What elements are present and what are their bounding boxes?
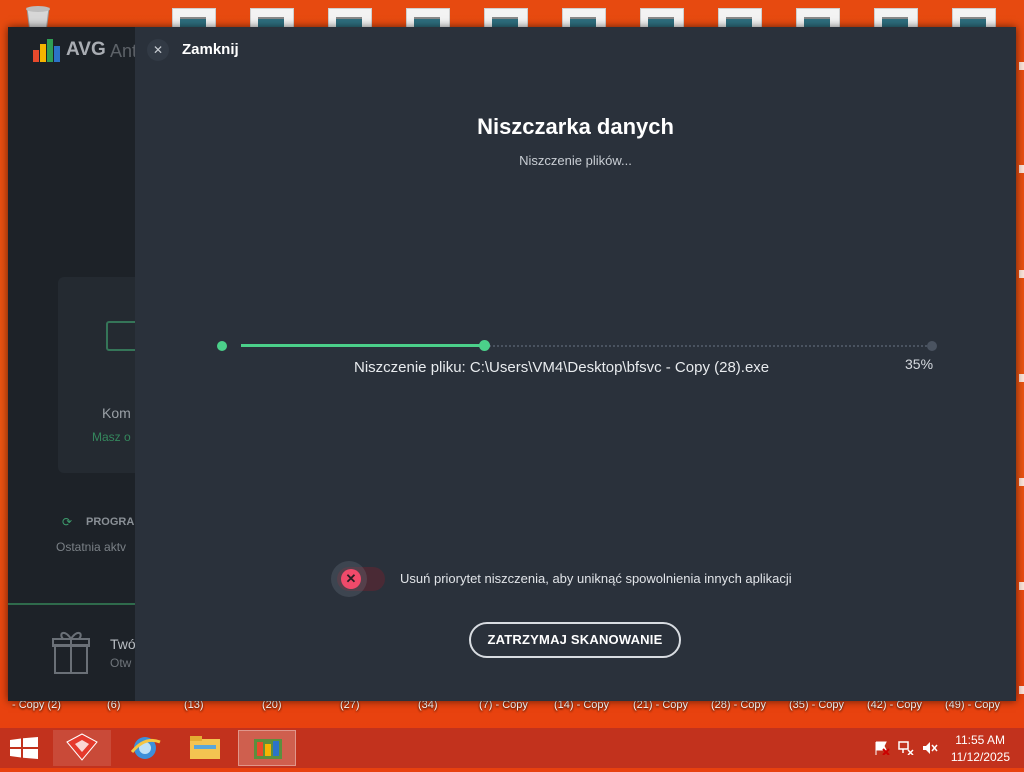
avg-brand: AVG — [66, 39, 106, 60]
taskbar-app-avg-browser[interactable] — [53, 730, 111, 766]
data-shredder-dialog: ✕ Zamknij Niszczarka danych Niszczenie p… — [135, 27, 1016, 701]
desktop-edge-icon — [1019, 686, 1024, 694]
sync-icon: ⟳ — [62, 515, 73, 529]
avg-secure-browser-icon — [66, 733, 98, 761]
stop-scan-button[interactable]: ZATRZYMAJ SKANOWANIE — [469, 622, 681, 658]
avg-product-name: Ant — [110, 41, 135, 61]
computer-status-title: Kom — [102, 405, 131, 421]
taskbar-app-explorer[interactable] — [176, 730, 234, 766]
avg-antivirus-window: AVG Ant Kom Masz o ⟳ PROGRA Ostatnia akt… — [8, 27, 1016, 701]
priority-toggle-label: Usuń priorytet niszczenia, aby uniknąć s… — [400, 571, 792, 586]
clock-date[interactable]: 11/12/2025 — [951, 750, 1010, 764]
progress-start-dot — [217, 341, 227, 351]
close-button[interactable]: Zamknij — [182, 41, 239, 58]
progress-indicator — [479, 340, 490, 351]
network-icon[interactable] — [898, 741, 914, 755]
avg-logo-icon — [33, 39, 60, 62]
avg-antivirus-icon — [254, 739, 282, 759]
toggle-off-icon: ✕ — [341, 569, 361, 589]
progress-percent: 35% — [905, 356, 934, 372]
file-explorer-icon — [190, 736, 220, 759]
taskbar-app-avg[interactable] — [238, 730, 296, 766]
desktop-edge-icon — [1019, 270, 1024, 278]
desktop-edge-icon — [1019, 62, 1024, 70]
program-section-label: PROGRA — [86, 516, 135, 528]
gift-icon — [52, 632, 90, 674]
desktop-edge-icon — [1019, 582, 1024, 590]
volume-muted-icon[interactable] — [922, 741, 938, 755]
desktop-edge-icon — [1019, 374, 1024, 382]
close-icon[interactable]: ✕ — [147, 39, 169, 61]
progress-fill — [241, 344, 484, 347]
internet-explorer-icon — [130, 737, 161, 759]
computer-status-subtitle: Masz o — [92, 430, 131, 444]
taskbar: 11:55 AM 11/12/2025 — [0, 728, 1024, 768]
last-activity-text: Ostatnia aktv — [56, 540, 127, 554]
monitor-icon — [106, 321, 135, 351]
priority-toggle[interactable]: ✕ — [331, 561, 385, 597]
avg-main-background: AVG Ant Kom Masz o ⟳ PROGRA Ostatnia akt… — [8, 27, 135, 701]
promo-title: Twó — [110, 636, 135, 652]
dialog-title: Niszczarka danych — [477, 114, 674, 139]
desktop-edge-icon — [1019, 478, 1024, 486]
desktop-edge-icon — [1019, 165, 1024, 173]
progress-end-dot — [927, 341, 937, 351]
sidebar-divider — [8, 603, 135, 605]
current-file-text: Niszczenie pliku: C:\Users\VM4\Desktop\b… — [354, 359, 770, 376]
windows-start-icon[interactable] — [10, 737, 38, 759]
clock-time[interactable]: 11:55 AM — [955, 733, 1005, 747]
action-center-flag-icon[interactable] — [874, 741, 890, 755]
taskbar-app-ie[interactable] — [116, 730, 174, 766]
promo-subtitle: Otw — [110, 656, 132, 670]
dialog-subtitle: Niszczenie plików... — [519, 153, 632, 168]
